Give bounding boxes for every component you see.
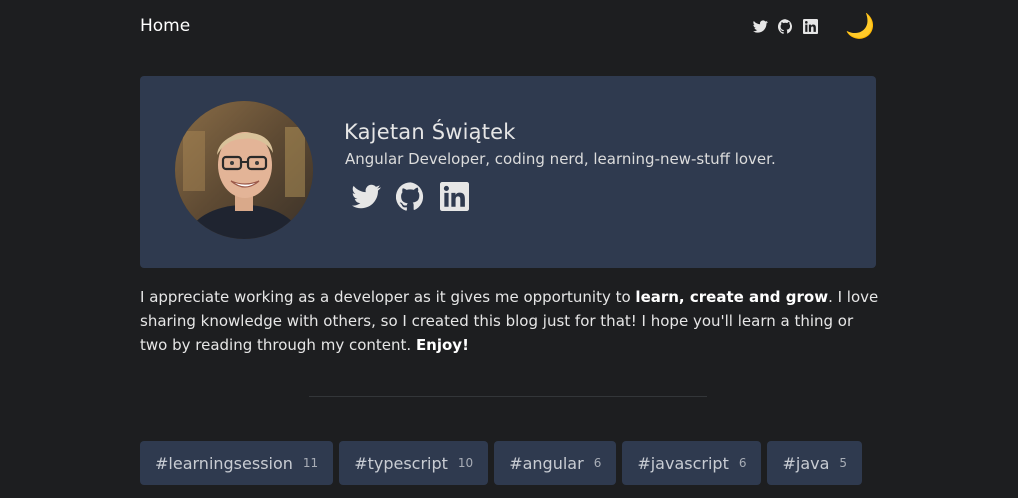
profile-name: Kajetan Świątek bbox=[344, 120, 516, 144]
twitter-icon[interactable] bbox=[352, 182, 381, 211]
tag-label: #learningsession bbox=[155, 453, 293, 473]
tag-label: #javascript bbox=[637, 453, 729, 473]
moon-icon[interactable]: 🌙 bbox=[844, 10, 876, 42]
tag-learningsession[interactable]: #learningsession 11 bbox=[140, 441, 334, 485]
about-highlight-enjoy: Enjoy! bbox=[415, 336, 469, 354]
page: Home 🌙 Kajetan Świątek Angular Developer… bbox=[0, 0, 1018, 498]
tag-label: #typescript bbox=[354, 453, 448, 473]
tag-angular[interactable]: #angular 6 bbox=[494, 441, 617, 485]
tag-label: #java bbox=[782, 453, 830, 473]
tag-count: 11 bbox=[302, 456, 319, 470]
tag-count: 6 bbox=[738, 456, 747, 470]
header-social-links bbox=[753, 18, 818, 34]
github-icon[interactable] bbox=[396, 182, 425, 211]
tag-typescript[interactable]: #typescript 10 bbox=[339, 441, 489, 485]
linkedin-icon[interactable] bbox=[803, 18, 818, 34]
about-text-part1: I appreciate working as a developer as i… bbox=[140, 288, 636, 306]
avatar bbox=[175, 101, 313, 239]
linkedin-icon[interactable] bbox=[440, 182, 469, 211]
profile-social-links bbox=[352, 182, 776, 211]
home-link[interactable]: Home bbox=[140, 16, 190, 36]
tag-label: #angular bbox=[509, 453, 584, 473]
tag-cloud: #learningsession 11 #typescript 10 #angula… bbox=[140, 441, 876, 491]
profile-bio: Angular Developer, coding nerd, learning… bbox=[345, 150, 776, 168]
about-highlight-learn: learn, create and grow bbox=[635, 288, 829, 306]
header-actions: 🌙 bbox=[753, 10, 876, 42]
about-text: I appreciate working as a developer as i… bbox=[140, 285, 880, 357]
profile-card: Kajetan Świątek Angular Developer, codin… bbox=[140, 76, 876, 268]
github-icon[interactable] bbox=[778, 18, 793, 34]
tag-java[interactable]: #java 5 bbox=[767, 441, 863, 485]
twitter-icon[interactable] bbox=[753, 19, 768, 34]
divider bbox=[309, 396, 707, 397]
tag-count: 5 bbox=[839, 456, 848, 470]
tag-javascript[interactable]: #javascript 6 bbox=[622, 441, 762, 485]
site-header: Home 🌙 bbox=[140, 0, 876, 52]
tag-row: #learningsession 11 #typescript 10 #angula… bbox=[140, 441, 876, 485]
tag-count: 10 bbox=[457, 456, 474, 470]
profile-info: Kajetan Świątek Angular Developer, codin… bbox=[344, 120, 776, 211]
tag-count: 6 bbox=[593, 456, 602, 470]
